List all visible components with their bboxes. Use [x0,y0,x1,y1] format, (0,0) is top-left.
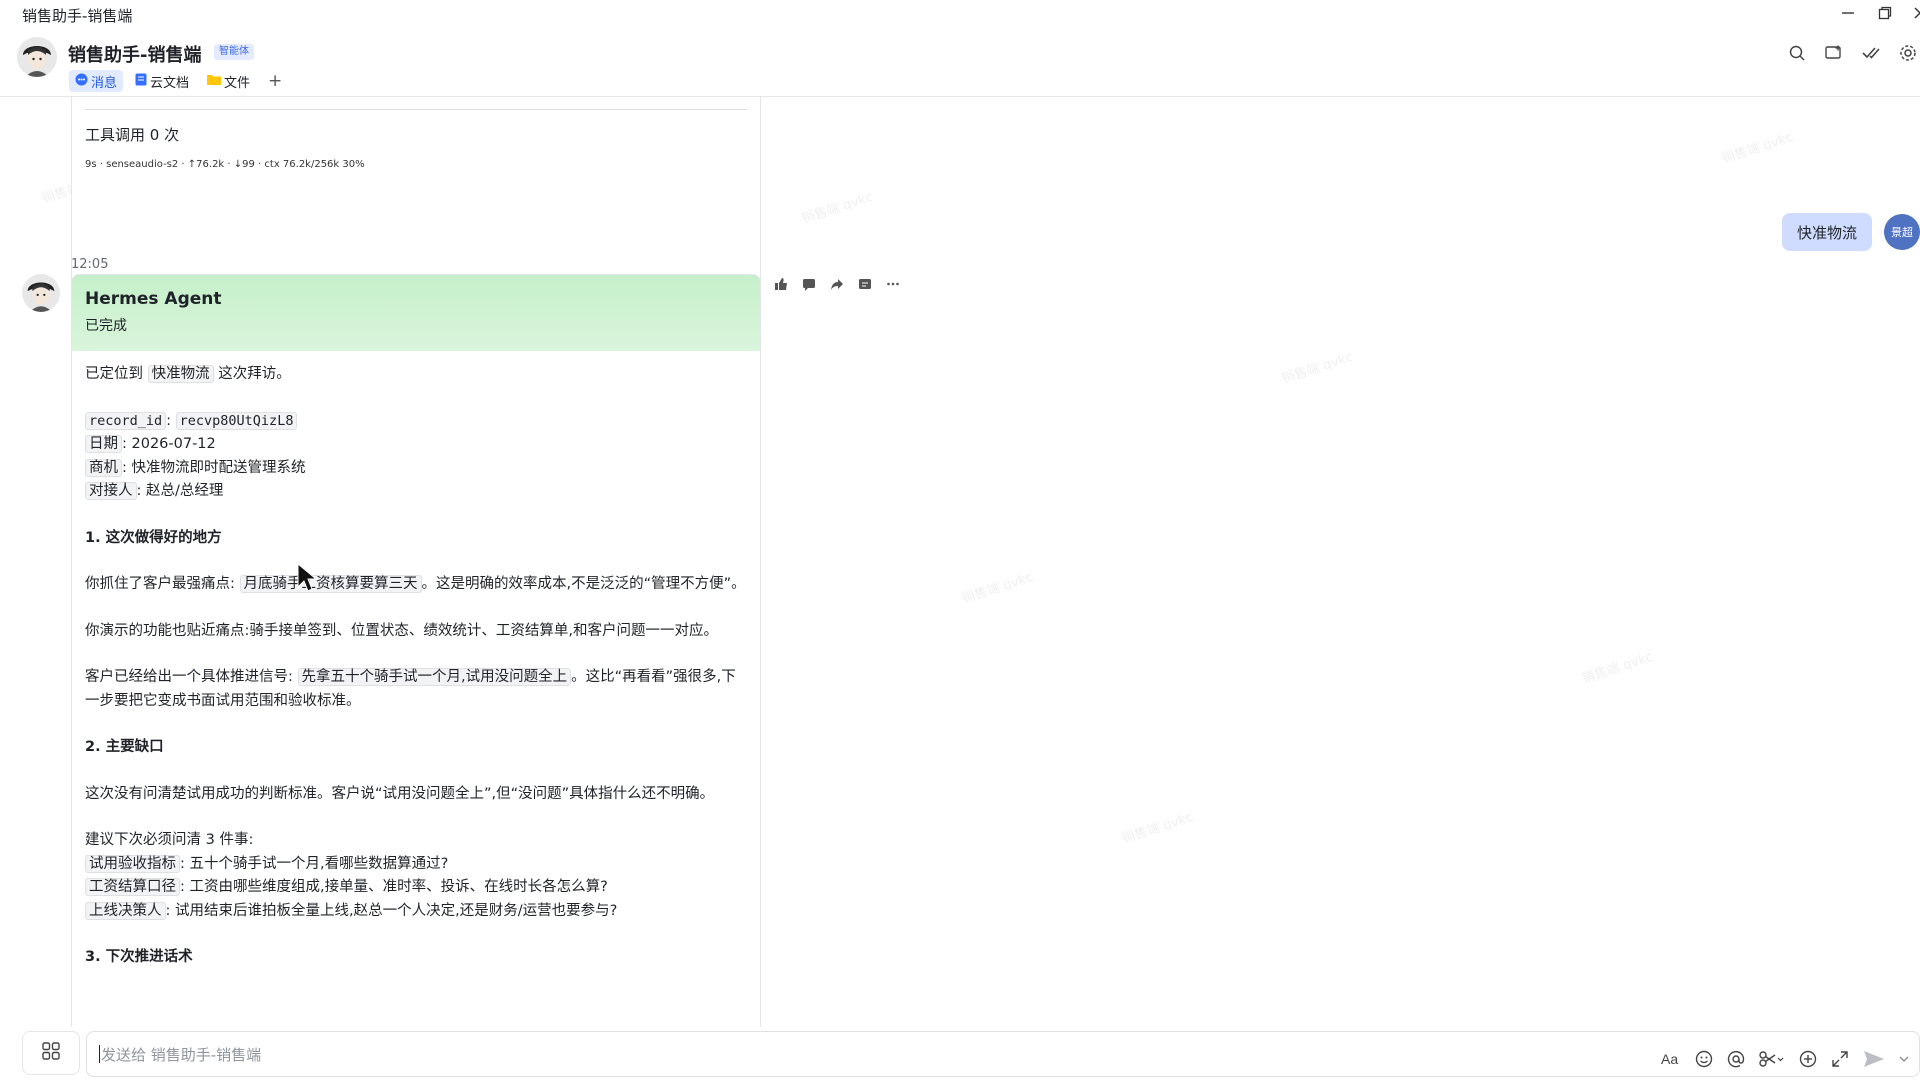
agent-avatar[interactable] [22,274,60,312]
agent-tag: 智能体 [214,44,254,60]
message-icon [75,73,88,90]
forward-icon[interactable] [824,273,849,295]
thumbs-up-icon[interactable] [768,273,793,295]
field-key: 工资结算口径 [85,878,180,896]
previous-agent-card: 工具调用 0 次 9s · senseaudio-s2 · ↑76.2k · ↓… [71,97,761,288]
send-icon[interactable] [1863,1048,1885,1070]
tab-files[interactable]: 文件 [201,70,256,92]
tab-files-label: 文件 [224,75,251,91]
message-list[interactable]: 销售端 qvkc 销售端 qvkc 销售端 qvkc 销售端 qvkc 销售端 … [0,97,1920,1027]
user-avatar[interactable]: 景超 [1884,214,1920,250]
watermark: 销售端 qvkc [1720,129,1795,167]
tab-cloud-docs[interactable]: 云文档 [129,70,195,92]
divider [85,109,747,110]
composer-tools: Aa [1661,1048,1909,1070]
watermark: 销售端 qvkc [800,189,875,227]
user-message-bubble[interactable]: 快准物流 [1781,213,1872,251]
text: 已定位到 [85,366,143,382]
agent-name: Hermes Agent [85,289,222,309]
quote-icon[interactable] [852,273,877,295]
message-input[interactable]: 发送给 销售助手-销售端 Aa [86,1031,1920,1077]
text-caret [99,1045,100,1063]
add-tab-button[interactable]: + [262,70,288,92]
chat-header: 销售助手-销售端 智能体 消息 云文档 文件 + [0,27,1920,97]
doc-icon [135,73,147,90]
field-key: 对接人 [85,482,137,500]
task-check-icon[interactable] [1859,41,1883,65]
text: 这次拜访。 [218,366,291,382]
run-metadata: 9s · senseaudio-s2 · ↑76.2k · ↓99 · ctx … [85,159,365,170]
minimize-icon[interactable] [1833,2,1863,24]
record-id: recvp80UtQizL8 [175,411,298,430]
text-format-icon[interactable]: Aa [1661,1048,1681,1070]
screenshot-icon[interactable] [1759,1048,1785,1070]
text: : [166,412,172,429]
paragraph: 这次没有问清楚试用成功的判断标准。客户说“试用没问题全上”,但“没问题”具体指什… [85,785,715,802]
field-value: : 五十个骑手试一个月,看哪些数据算通过? [180,855,449,872]
watermark: 销售端 qvkc [1580,649,1655,687]
field-value: : 赵总/总经理 [136,483,224,499]
field-key: 上线决策人 [85,901,166,920]
inline-code: 快准物流 [147,365,214,383]
message-timestamp: 12:05 [71,257,109,272]
watermark: 销售端 qvkc [960,569,1035,607]
agent-status: 已完成 [85,318,127,334]
chat-title: 销售助手-销售端 [68,45,202,66]
mouse-cursor-icon [297,562,321,597]
text: 。这是明确的效率成本,不是泛泛的“管理不方便”。 [421,576,746,592]
field-key: 试用验收指标 [85,854,180,873]
header-actions [1785,41,1920,65]
tab-messages-label: 消息 [91,75,118,91]
grid-icon [42,1042,60,1064]
composer-bar: 发送给 销售助手-销售端 Aa [0,1027,1920,1080]
close-icon[interactable] [1905,2,1920,24]
svg-text:Aa: Aa [1661,1051,1678,1067]
field-value: : 工资由哪些维度组成,接单量、准时率、投诉、在线时长各怎么算? [180,879,608,895]
chat-avatar[interactable] [17,37,57,77]
expand-icon[interactable] [1831,1048,1849,1070]
field-key: 日期 [85,435,122,453]
paragraph: 建议下次必须问清 3 件事: [85,832,254,848]
text: 你抓住了客户最强痛点: [85,576,235,592]
paragraph: 你演示的功能也贴近痛点:骑手接单签到、位置状态、绩效统计、工资结算单,和客户问题… [85,622,718,639]
add-circle-icon[interactable] [1799,1048,1817,1070]
agent-reply-body: 已定位到 快准物流 这次拜访。 record_id: recvp80UtQizL… [72,351,760,1005]
watermark: 销售端 qvkc [1280,349,1355,387]
inline-code: 月底骑手工资核算要算三天 [239,575,422,593]
field-value: : 2026-07-12 [122,436,216,452]
message-actions [768,273,905,295]
settings-icon[interactable] [1896,41,1920,65]
field-key: 商机 [85,458,122,477]
section-heading: 2. 主要缺口 [85,739,164,755]
agent-reply-card: Hermes Agent 已完成 已定位到 快准物流 这次拜访。 record_… [71,274,761,1027]
field-value: : 快准物流即时配送管理系统 [122,459,306,476]
inline-code: record_id [85,411,167,430]
mention-icon[interactable] [1727,1048,1745,1070]
text: 客户已经给出一个具体推进信号: [85,669,293,685]
chevron-down-icon[interactable] [1899,1048,1909,1070]
tab-cloud-docs-label: 云文档 [150,75,190,91]
more-icon[interactable] [880,273,905,295]
title-bar: 销售助手-销售端 [0,0,1920,27]
tool-calls-count: 工具调用 0 次 [85,126,180,144]
folder-icon [207,73,222,89]
section-heading: 1. 这次做得好的地方 [85,529,222,546]
agent-card-header: Hermes Agent 已完成 [72,275,760,351]
add-group-icon[interactable] [1822,41,1846,65]
tab-messages[interactable]: 消息 [69,70,124,92]
watermark: 销售端 qvkc [1120,809,1195,847]
search-icon[interactable] [1785,41,1809,65]
app-grid-button[interactable] [22,1031,80,1075]
emoji-icon[interactable] [1695,1048,1713,1070]
chat-tabs: 消息 云文档 文件 + [69,70,288,92]
message-input-placeholder: 发送给 销售助手-销售端 [101,1045,262,1064]
section-heading: 3. 下次推进话术 [85,949,193,965]
inline-code: 先拿五十个骑手试一个月,试用没问题全上 [297,668,572,686]
reply-icon[interactable] [796,273,821,295]
restore-icon[interactable] [1870,2,1900,24]
field-value: : 试用结束后谁拍板全量上线,赵总一个人决定,还是财务/运营也要参与? [165,902,618,919]
window-title: 销售助手-销售端 [22,7,133,25]
